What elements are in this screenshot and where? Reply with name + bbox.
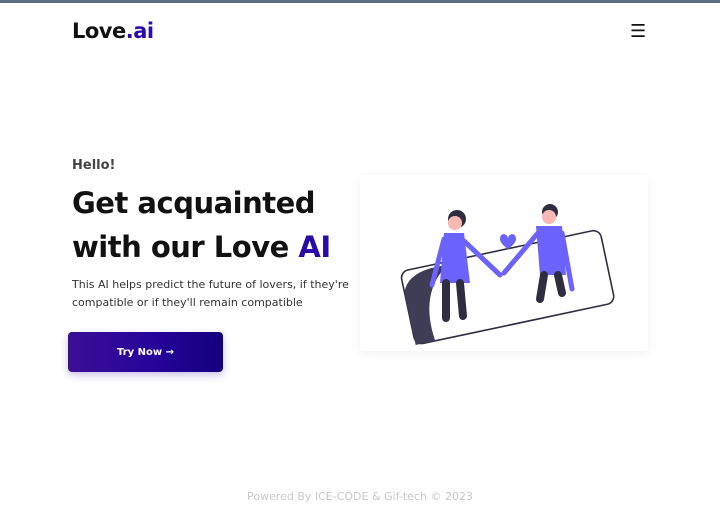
couple-illustration <box>360 175 648 351</box>
hero-title-accent: AI <box>298 230 331 264</box>
hero-title-line1: Get acquainted <box>72 186 316 220</box>
couple-holding-hands-icon <box>400 204 615 346</box>
try-now-button[interactable]: Try Now → <box>68 332 223 372</box>
hero-title: Get acquainted with our Love AI <box>72 181 331 269</box>
hero-description: This AI helps predict the future of love… <box>72 278 349 309</box>
hero-title-line2: with our Love <box>72 230 299 264</box>
hamburger-menu-icon[interactable]: ☰ <box>630 22 646 42</box>
top-accent-bar <box>0 0 720 3</box>
logo-text: Love <box>72 19 126 43</box>
hero-greeting: Hello! <box>72 158 116 173</box>
logo-accent: .ai <box>125 19 154 43</box>
footer-credit: Powered By ICE-CODE & Gif-tech © 2023 <box>247 490 473 503</box>
logo[interactable]: Love.ai <box>72 19 154 43</box>
